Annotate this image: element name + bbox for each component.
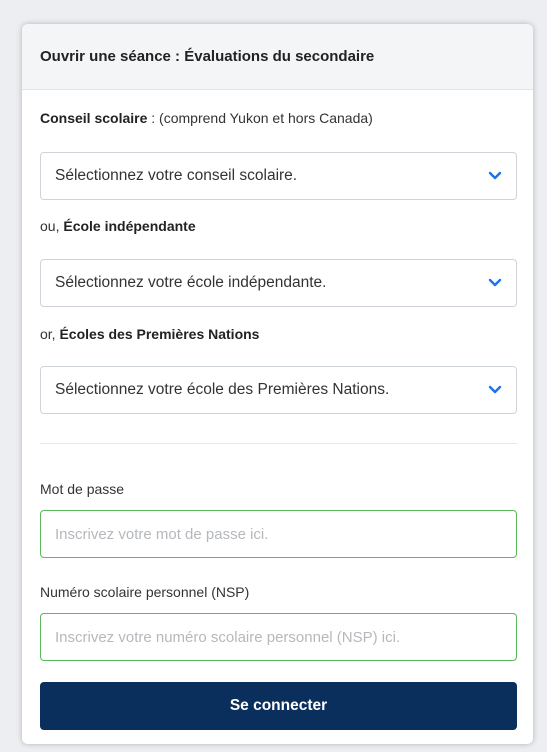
chevron-down-icon: [488, 169, 502, 183]
first-nations-label: or, Écoles des Premières Nations: [40, 326, 259, 342]
school-board-label-note: : (comprend Yukon et hors Canada): [147, 110, 373, 126]
independent-school-label-prefix: ou,: [40, 218, 64, 234]
school-board-label: Conseil scolaire : (comprend Yukon et ho…: [40, 110, 373, 126]
divider: [40, 443, 517, 444]
first-nations-label-prefix: or,: [40, 326, 60, 342]
school-board-select[interactable]: Sélectionnez votre conseil scolaire.: [40, 152, 517, 200]
school-board-select-value: Sélectionnez votre conseil scolaire.: [55, 167, 298, 184]
pen-input[interactable]: [40, 613, 517, 661]
first-nations-label-bold: Écoles des Premières Nations: [59, 326, 260, 342]
login-card: Ouvrir une séance : Évaluations du secon…: [22, 24, 533, 744]
independent-school-label-bold: École indépendante: [63, 218, 196, 234]
password-label: Mot de passe: [40, 481, 125, 497]
school-board-label-bold: Conseil scolaire: [40, 110, 148, 126]
chevron-down-icon: [488, 383, 502, 397]
password-input[interactable]: [40, 510, 517, 558]
card-header: Ouvrir une séance : Évaluations du secon…: [22, 24, 533, 90]
independent-school-label: ou, École indépendante: [40, 218, 196, 234]
chevron-down-icon: [488, 276, 502, 290]
pen-label: Numéro scolaire personnel (NSP): [40, 584, 250, 600]
independent-school-select[interactable]: Sélectionnez votre école indépendante.: [40, 259, 517, 307]
independent-school-select-value: Sélectionnez votre école indépendante.: [55, 274, 327, 291]
first-nations-select[interactable]: Sélectionnez votre école des Premières N…: [40, 366, 517, 414]
login-button[interactable]: Se connecter: [40, 682, 517, 730]
page-title: Ouvrir une séance : Évaluations du secon…: [40, 48, 375, 65]
first-nations-select-value: Sélectionnez votre école des Premières N…: [55, 381, 390, 398]
